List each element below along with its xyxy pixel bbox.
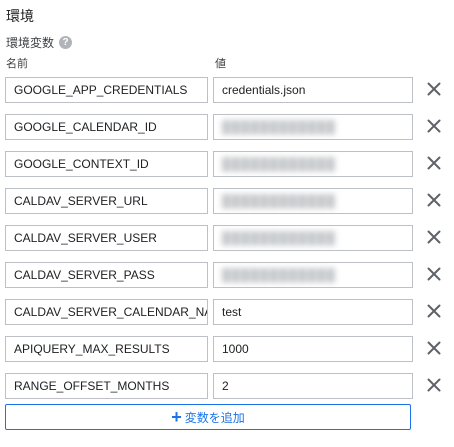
env-var-value-input[interactable]: ████████████ — [213, 114, 413, 140]
env-var-value-input[interactable]: test — [213, 299, 413, 325]
env-var-value-input[interactable]: 1000 — [213, 336, 413, 362]
redacted-value: ████████████ — [222, 120, 337, 134]
env-var-name-input[interactable]: CALDAV_SERVER_URL — [5, 188, 208, 214]
delete-row-button[interactable] — [423, 189, 445, 211]
section-title: 環境 — [6, 8, 34, 24]
env-var-name-input[interactable]: CALDAV_SERVER_USER — [5, 225, 208, 251]
delete-row-button[interactable] — [423, 115, 445, 137]
env-var-name-input[interactable]: CALDAV_SERVER_PASS — [5, 262, 208, 288]
close-icon — [427, 82, 441, 96]
delete-row-button[interactable] — [423, 300, 445, 322]
env-var-value-input[interactable]: credentials.json — [213, 77, 413, 103]
env-var-name-input[interactable]: GOOGLE_APP_CREDENTIALS — [5, 77, 208, 103]
env-var-value-input[interactable]: ████████████ — [213, 262, 413, 288]
env-var-row: GOOGLE_CALENDAR_ID ████████████ — [0, 114, 454, 151]
env-var-row: GOOGLE_CONTEXT_ID ████████████ — [0, 151, 454, 188]
close-icon — [427, 230, 441, 244]
env-var-name-input[interactable]: RANGE_OFFSET_MONTHS — [5, 373, 208, 399]
delete-row-button[interactable] — [423, 374, 445, 396]
close-icon — [427, 304, 441, 318]
plus-icon: + — [171, 407, 182, 427]
env-vars-label: 環境変数 — [6, 36, 55, 50]
column-header-name: 名前 — [6, 58, 28, 70]
redacted-value: ████████████ — [222, 157, 337, 171]
env-var-name-input[interactable]: APIQUERY_MAX_RESULTS — [5, 336, 208, 362]
env-var-list: GOOGLE_APP_CREDENTIALS credentials.json GO… — [0, 77, 454, 410]
env-var-value-input[interactable]: ████████████ — [213, 188, 413, 214]
redacted-value: ████████████ — [222, 268, 337, 282]
redacted-value: ████████████ — [222, 194, 337, 208]
column-header-value: 値 — [215, 58, 226, 70]
delete-row-button[interactable] — [423, 78, 445, 100]
env-var-value-input[interactable]: ████████████ — [213, 225, 413, 251]
close-icon — [427, 341, 441, 355]
env-var-name-input[interactable]: GOOGLE_CONTEXT_ID — [5, 151, 208, 177]
env-var-name-input[interactable]: CALDAV_SERVER_CALENDAR_NAI — [5, 299, 208, 325]
env-var-row: CALDAV_SERVER_CALENDAR_NAI test — [0, 299, 454, 336]
delete-row-button[interactable] — [423, 263, 445, 285]
env-var-value-input[interactable]: 2 — [213, 373, 413, 399]
delete-row-button[interactable] — [423, 337, 445, 359]
env-var-row: CALDAV_SERVER_URL ████████████ — [0, 188, 454, 225]
close-icon — [427, 378, 441, 392]
env-vars-header: 環境変数 ? — [6, 34, 73, 51]
env-var-value-input[interactable]: ████████████ — [213, 151, 413, 177]
close-icon — [427, 267, 441, 281]
close-icon — [427, 156, 441, 170]
delete-row-button[interactable] — [423, 226, 445, 248]
delete-row-button[interactable] — [423, 152, 445, 174]
add-variable-label: 変数を追加 — [184, 410, 245, 425]
env-var-name-input[interactable]: GOOGLE_CALENDAR_ID — [5, 114, 208, 140]
env-var-row: CALDAV_SERVER_USER ████████████ — [0, 225, 454, 262]
env-var-row: GOOGLE_APP_CREDENTIALS credentials.json — [0, 77, 454, 114]
help-icon[interactable]: ? — [59, 36, 73, 49]
env-var-row: APIQUERY_MAX_RESULTS 1000 — [0, 336, 454, 373]
add-variable-button[interactable]: + 変数を追加 — [5, 404, 411, 430]
close-icon — [427, 119, 441, 133]
env-var-row: CALDAV_SERVER_PASS ████████████ — [0, 262, 454, 299]
redacted-value: ████████████ — [222, 231, 337, 245]
close-icon — [427, 193, 441, 207]
